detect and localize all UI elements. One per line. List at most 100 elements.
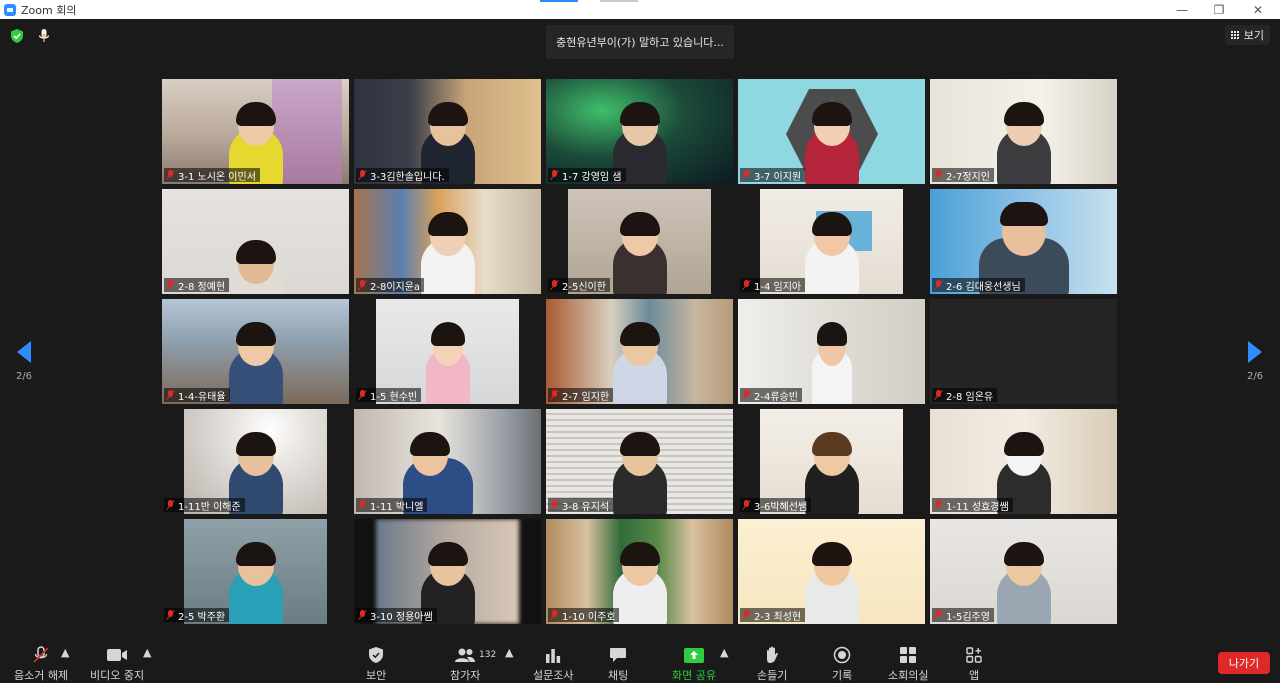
prev-page-button[interactable]: 2/6	[9, 341, 39, 382]
tile-label: 3-8 유지석	[548, 498, 614, 513]
participants-icon	[454, 646, 476, 664]
tile-label: 1-5 현수빈	[356, 388, 422, 403]
shield-icon[interactable]	[10, 29, 24, 43]
apps-button[interactable]: 앱	[966, 646, 982, 683]
view-button-label: 보기	[1243, 29, 1264, 42]
video-tile[interactable]: 1-11반 이해준	[162, 409, 349, 514]
page-indicator-left: 2/6	[15, 371, 33, 382]
tile-label: 1-11 성효경쌤	[932, 498, 1013, 513]
muted-mic-icon	[550, 500, 559, 510]
participants-options-chevron-icon[interactable]: ▲	[505, 646, 513, 659]
title-bar: Zoom 회의 — ❐ ✕	[0, 0, 1280, 19]
muted-mic-icon	[742, 170, 751, 180]
muted-mic-icon	[358, 280, 367, 290]
mic-status-icon[interactable]	[36, 28, 52, 44]
tile-label: 1-4-유태율	[164, 388, 230, 403]
video-tile[interactable]: 3-10 정용아쌤	[354, 519, 541, 624]
muted-mic-icon	[166, 500, 175, 510]
view-button[interactable]: 보기	[1224, 25, 1270, 45]
tile-label: 2-5 박주환	[164, 608, 230, 623]
tile-label: 1-7 강영임 샘	[548, 168, 626, 183]
video-tile[interactable]: 2-6 김대웅선생님	[930, 189, 1117, 294]
video-tile[interactable]: 1-10 이주호	[546, 519, 733, 624]
share-options-chevron-icon[interactable]: ▲	[720, 646, 728, 659]
video-grid: 3-1 노시온 이민서 3-3김한솔입니다. 1-7 강영임 샘 3-7 이지원…	[162, 79, 1118, 625]
audio-options-chevron-icon[interactable]: ▲	[61, 646, 69, 659]
tile-label: 2-8 임온유	[932, 388, 998, 403]
tile-label: 1-4 임지아	[740, 278, 806, 293]
muted-mic-icon	[166, 170, 175, 180]
muted-mic-icon	[934, 170, 943, 180]
unmute-button[interactable]: 음소거 해제	[14, 646, 68, 683]
video-tile[interactable]: 1-7 강영임 샘	[546, 79, 733, 184]
video-tile[interactable]: 2-5 박주환	[162, 519, 349, 624]
restore-icon[interactable]: ❐	[1199, 0, 1239, 19]
video-tile[interactable]: 3-3김한솔입니다.	[354, 79, 541, 184]
raise-hand-icon	[764, 646, 780, 664]
video-tile[interactable]: 2-7정지인	[930, 79, 1117, 184]
title-accent-secondary	[600, 0, 638, 2]
muted-mic-icon	[358, 500, 367, 510]
video-tile[interactable]: 1-4-유태율	[162, 299, 349, 404]
muted-mic-icon	[166, 280, 175, 290]
raise-hand-button[interactable]: 손들기	[757, 646, 787, 683]
video-tile[interactable]: 1-5 현수빈	[354, 299, 541, 404]
video-tile[interactable]: 3-7 이지원	[738, 79, 925, 184]
tile-label: 3-6박혜선쌤	[740, 498, 812, 513]
zoom-logo-icon	[4, 3, 16, 16]
title-accent	[540, 0, 578, 2]
next-page-button[interactable]: 2/6	[1240, 341, 1270, 382]
muted-mic-icon	[358, 170, 367, 180]
stop-video-button[interactable]: 비디오 중지	[90, 646, 144, 683]
tile-label: 1-11 박니엘	[356, 498, 428, 513]
video-tile[interactable]: 2-7 임지한	[546, 299, 733, 404]
video-tile[interactable]: 2-8 정예현	[162, 189, 349, 294]
page-indicator-right: 2/6	[1246, 371, 1264, 382]
muted-mic-icon	[550, 280, 559, 290]
breakout-rooms-button[interactable]: 소회의실	[888, 646, 928, 683]
video-tile[interactable]: 1-4 임지아	[738, 189, 925, 294]
security-button[interactable]: 보안	[366, 646, 386, 683]
video-tile[interactable]: 3-6박혜선쌤	[738, 409, 925, 514]
shield-icon	[368, 646, 384, 664]
muted-mic-icon	[358, 390, 367, 400]
chat-button[interactable]: 채팅	[608, 646, 628, 683]
tile-label: 3-3김한솔입니다.	[356, 168, 449, 183]
meeting-toolbar: 음소거 해제 ▲ 비디오 중지 ▲ 보안 참가자 132 ▲ 설문조사 채팅 화…	[0, 641, 1280, 682]
right-arrow-icon	[1248, 341, 1262, 363]
muted-mic-icon	[934, 610, 943, 620]
leave-button[interactable]: 나가기	[1218, 652, 1270, 674]
close-icon[interactable]: ✕	[1238, 0, 1278, 19]
video-tile[interactable]: 2-8이지윤a	[354, 189, 541, 294]
tile-label: 1-11반 이해준	[164, 498, 245, 513]
grid-view-icon	[1230, 30, 1240, 40]
meeting-stage: 충현유년부이(가) 말하고 있습니다... 보기 2/6 2/6 3-1 노시온…	[0, 19, 1280, 641]
video-tile[interactable]: 1-11 성효경쌤	[930, 409, 1117, 514]
video-tile[interactable]: 3-8 유지석	[546, 409, 733, 514]
tile-label: 2-8 정예현	[164, 278, 230, 293]
tile-label: 3-7 이지원	[740, 168, 806, 183]
video-camera-icon	[106, 646, 128, 664]
share-screen-button[interactable]: 화면 공유	[672, 646, 716, 683]
polls-button[interactable]: 설문조사	[533, 646, 573, 683]
video-tile[interactable]: 3-1 노시온 이민서	[162, 79, 349, 184]
minimize-icon[interactable]: —	[1162, 0, 1202, 19]
video-tile[interactable]: 1-5김주영	[930, 519, 1117, 624]
tile-label: 3-10 정용아쌤	[356, 608, 437, 623]
video-tile[interactable]: 2-3 최성현	[738, 519, 925, 624]
tile-label: 2-7 임지한	[548, 388, 614, 403]
video-tile[interactable]: 2-8 임온유	[930, 299, 1117, 404]
muted-mic-icon	[742, 390, 751, 400]
chat-bubble-icon	[609, 646, 627, 664]
record-button[interactable]: 기록	[832, 646, 852, 683]
video-tile[interactable]: 2-5신이한	[546, 189, 733, 294]
participants-button[interactable]: 참가자	[450, 646, 480, 683]
muted-mic-icon	[742, 610, 751, 620]
video-tile[interactable]: 2-4류승빈	[738, 299, 925, 404]
video-options-chevron-icon[interactable]: ▲	[143, 646, 151, 659]
video-tile[interactable]: 1-11 박니엘	[354, 409, 541, 514]
muted-mic-icon	[934, 390, 943, 400]
tile-label: 2-5신이한	[548, 278, 610, 293]
tile-label: 2-4류승빈	[740, 388, 802, 403]
tile-label: 3-1 노시온 이민서	[164, 168, 260, 183]
